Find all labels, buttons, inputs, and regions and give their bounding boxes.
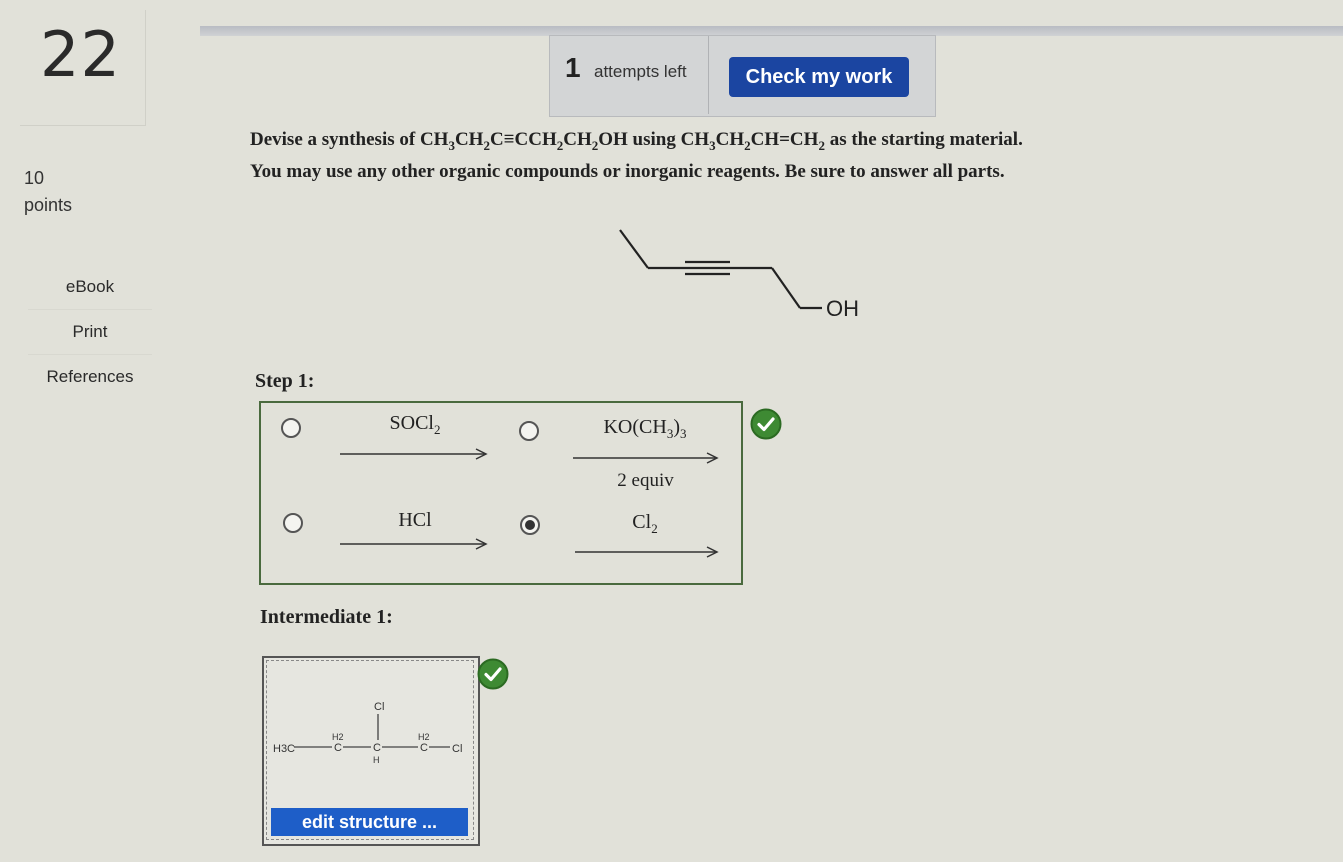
prompt-line-1: Devise a synthesis of CH3CH2C≡CCH2CH2OH … [250,129,1023,153]
target-molecule-structure: OH [619,229,859,321]
atom-cl-top: Cl [374,701,384,713]
edit-structure-button[interactable]: edit structure ... [271,808,468,836]
starting-material-formula: CH3CH2CH=CH2 [680,129,825,153]
atom-c-left: C [334,742,342,754]
attempts-divider [708,36,709,114]
reagent-cl2: Cl2 [632,511,658,536]
reagent-kotbu: KO(CH3)3 [603,416,687,441]
radio-socl2[interactable] [281,418,301,438]
intermediate1-correct-check-icon [477,658,509,690]
radio-hcl[interactable] [283,513,303,533]
atom-c-right: C [420,742,428,754]
prompt-line-2: You may use any other organic compounds … [250,160,1005,182]
bond-c5 [771,267,801,309]
points-label: points [24,195,73,215]
reagent-hcl: HCl [398,509,432,531]
question-prompt: Devise a synthesis of CH3CH2C≡CCH2CH2OH … [250,127,1250,185]
step1-label: Step 1: [255,370,315,392]
radio-cl2-selected[interactable] [520,515,540,535]
arrow-socl2 [340,448,488,460]
question-number: 22 [40,18,121,91]
step1-correct-check-icon [750,408,782,440]
intermediate1-structure: H3C H2 C Cl C H H2 C Cl [273,701,462,765]
atom-cl-right: Cl [452,743,462,755]
atom-c-mid: C [373,742,381,754]
radio-kotbu[interactable] [519,421,539,441]
side-nav: eBook Print References [28,265,152,399]
print-link[interactable]: Print [28,309,152,354]
atom-h2-left: H2 [332,732,344,742]
atom-h3c: H3C [273,743,295,755]
reagent-socl2: SOCl2 [389,412,441,437]
oh-label: OH [826,296,859,321]
intermediate1-label: Intermediate 1: [260,606,393,628]
references-link[interactable]: References [28,354,152,399]
points-value: 10 [24,168,45,188]
attempts-count: 1 [565,52,581,83]
atom-h-mid: H [373,755,380,765]
attempts-text: attempts left [594,62,687,81]
bond-ethyl [619,229,649,269]
arrow-kotbu [573,452,719,464]
atom-h2-right: H2 [418,732,430,742]
arrow-hcl [340,538,488,550]
ebook-link[interactable]: eBook [28,265,152,309]
check-my-work-button[interactable]: Check my work [729,57,909,97]
arrow-cl2 [575,546,719,558]
condition-2-equiv: 2 equiv [617,470,674,491]
target-formula: CH3CH2C≡CCH2CH2OH [419,129,628,153]
